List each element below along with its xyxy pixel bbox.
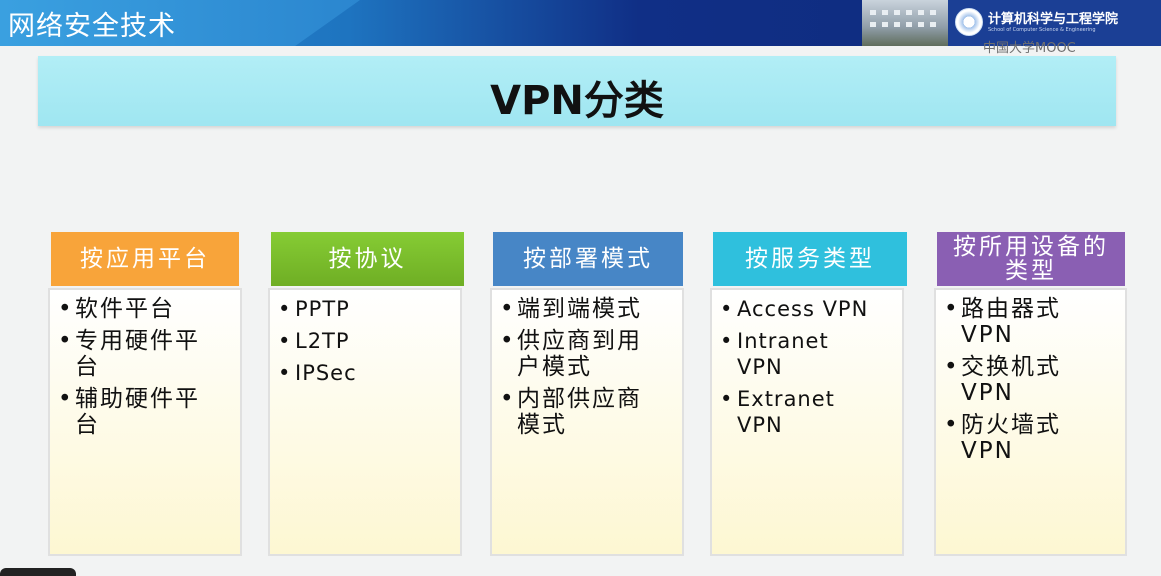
list-item: 辅助硬件平台 xyxy=(58,386,212,438)
list-item: L2TP xyxy=(278,328,460,354)
title-band: VPN分类 xyxy=(38,56,1116,126)
category-heading: 按应用平台 xyxy=(51,232,239,286)
list-item: 路由器式VPN xyxy=(944,296,1091,348)
list-item: 交换机式VPN xyxy=(944,354,1091,406)
list-item: 防火墙式VPN xyxy=(944,412,1091,464)
player-control-tab[interactable] xyxy=(0,568,76,576)
list-item: Access VPN xyxy=(720,296,878,322)
category-body: 路由器式VPN 交换机式VPN 防火墙式VPN xyxy=(934,288,1127,556)
list-item: 供应商到用户模式 xyxy=(500,328,652,380)
school-name: 计算机科学与工程学院 xyxy=(988,12,1119,27)
school-subtitle: School of Computer Science & Engineering xyxy=(988,27,1096,33)
list-item: 专用硬件平台 xyxy=(58,328,212,380)
school-logo-icon xyxy=(955,8,983,36)
list-item: Extranet VPN xyxy=(720,386,878,438)
category-heading: 按协议 xyxy=(271,232,464,286)
list-item: IPSec xyxy=(278,360,460,386)
list-item: 端到端模式 xyxy=(500,296,652,322)
list-item: Intranet VPN xyxy=(720,328,878,380)
category-body: Access VPN Intranet VPN Extranet VPN xyxy=(710,288,904,556)
category-body: 端到端模式 供应商到用户模式 内部供应商模式 xyxy=(490,288,684,556)
list-item: 内部供应商模式 xyxy=(500,386,652,438)
building-photo xyxy=(862,0,948,46)
list-item: PPTP xyxy=(278,296,460,322)
list-item: 软件平台 xyxy=(58,296,212,322)
slide-title: VPN分类 xyxy=(490,78,664,124)
category-heading: 按服务类型 xyxy=(713,232,907,286)
mooc-watermark: 中国大学MOOC xyxy=(983,41,1076,56)
category-heading: 按部署模式 xyxy=(493,232,683,286)
category-body: 软件平台 专用硬件平台 辅助硬件平台 xyxy=(48,288,242,556)
course-title: 网络安全技术 xyxy=(8,11,176,42)
category-heading: 按所用设备的类型 xyxy=(937,232,1125,286)
category-body: PPTP L2TP IPSec xyxy=(268,288,462,556)
